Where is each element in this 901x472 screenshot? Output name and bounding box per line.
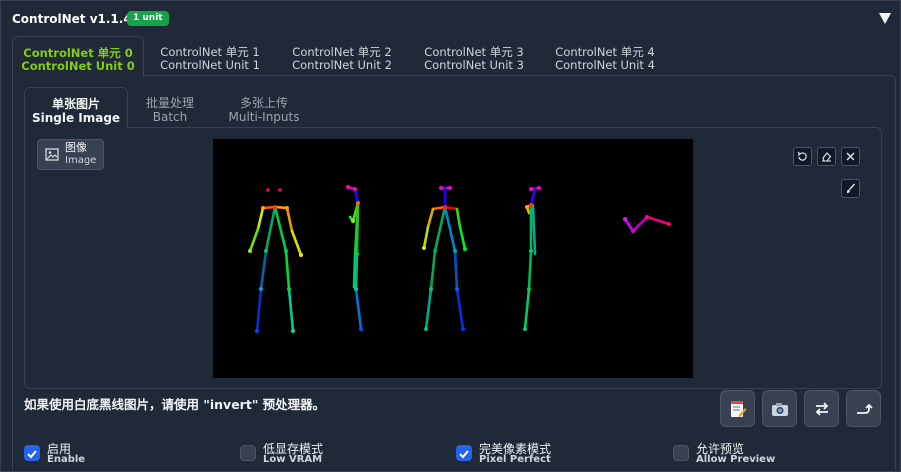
tab-batch-zh: 批量处理 — [145, 96, 194, 110]
allow-preview-box[interactable] — [673, 445, 689, 461]
invert-hint-text: 如果使用白底黑线图片，请使用 "invert" 预处理器。 — [24, 397, 326, 412]
tab-multi-inputs-en: Multi-Inputs — [228, 110, 300, 124]
webcam-button[interactable] — [762, 390, 797, 427]
tab-unit-3-en: ControlNet Unit 3 — [424, 58, 524, 72]
tab-unit-0-en: ControlNet Unit 0 — [21, 59, 135, 73]
pose-skeleton-image — [248, 185, 671, 333]
allow-preview-checkbox[interactable]: 允许预览 Allow Preview — [673, 439, 793, 469]
enable-label-en: Enable — [47, 454, 86, 465]
close-icon — [846, 152, 855, 161]
swap-button[interactable] — [804, 390, 839, 427]
tab-unit-2-en: ControlNet Unit 2 — [292, 58, 392, 72]
tab-unit-1-en: ControlNet Unit 1 — [160, 58, 260, 72]
pixel-perfect-check-icon[interactable] — [456, 445, 472, 461]
collapse-toggle-icon[interactable] — [879, 13, 891, 24]
tab-batch[interactable]: 批量处理 Batch — [134, 87, 206, 127]
tab-batch-en: Batch — [152, 110, 188, 124]
low-vram-box[interactable] — [240, 445, 256, 461]
enable-checkbox[interactable]: 启用 Enable — [24, 439, 124, 469]
undo-button[interactable] — [793, 147, 812, 166]
pixel-perfect-checkbox[interactable]: 完美像素模式 Pixel Perfect — [456, 439, 576, 469]
tab-unit-3[interactable]: ControlNet 单元 3 ControlNet Unit 3 — [416, 36, 532, 76]
image-canvas[interactable] — [213, 139, 693, 378]
camera-icon — [772, 403, 788, 416]
tab-single-image-en: Single Image — [31, 111, 121, 125]
image-icon — [45, 148, 59, 164]
erase-button[interactable] — [817, 147, 836, 166]
image-label: 图像 Image — [37, 139, 104, 170]
image-label-zh: 图像 — [65, 141, 87, 154]
notepad-icon — [731, 401, 747, 417]
tab-unit-0[interactable]: ControlNet 单元 0 ControlNet Unit 0 — [12, 36, 144, 77]
clear-image-button[interactable] — [841, 147, 860, 166]
tab-unit-4-en: ControlNet Unit 4 — [555, 58, 655, 72]
brush-button[interactable] — [841, 179, 860, 198]
undo-icon — [797, 151, 807, 161]
tab-unit-2[interactable]: ControlNet 单元 2 ControlNet Unit 2 — [284, 36, 400, 76]
tab-multi-inputs-zh: 多张上传 — [239, 96, 288, 110]
low-vram-label-en: Low VRAM — [263, 454, 323, 465]
enable-check-icon[interactable] — [24, 445, 40, 461]
tab-single-image[interactable]: 单张图片 Single Image — [24, 87, 128, 128]
send-dimensions-button[interactable] — [846, 390, 881, 427]
tab-unit-1[interactable]: ControlNet 单元 1 ControlNet Unit 1 — [152, 36, 268, 76]
pixel-perfect-label-en: Pixel Perfect — [479, 454, 551, 465]
eraser-icon — [822, 152, 832, 162]
tab-single-image-zh: 单张图片 — [51, 97, 100, 111]
tab-unit-4[interactable]: ControlNet 单元 4 ControlNet Unit 4 — [547, 36, 663, 76]
swap-arrows-icon — [815, 402, 829, 416]
image-label-en: Image — [65, 155, 97, 166]
brush-icon — [846, 183, 856, 193]
tab-multi-inputs[interactable]: 多张上传 Multi-Inputs — [222, 87, 306, 127]
allow-preview-label-en: Allow Preview — [696, 454, 776, 465]
low-vram-checkbox[interactable]: 低显存模式 Low VRAM — [240, 439, 350, 469]
return-arrow-icon — [857, 403, 873, 414]
edit-annotation-button[interactable] — [720, 390, 755, 427]
unit-count-badge: 1 unit — [127, 11, 169, 26]
